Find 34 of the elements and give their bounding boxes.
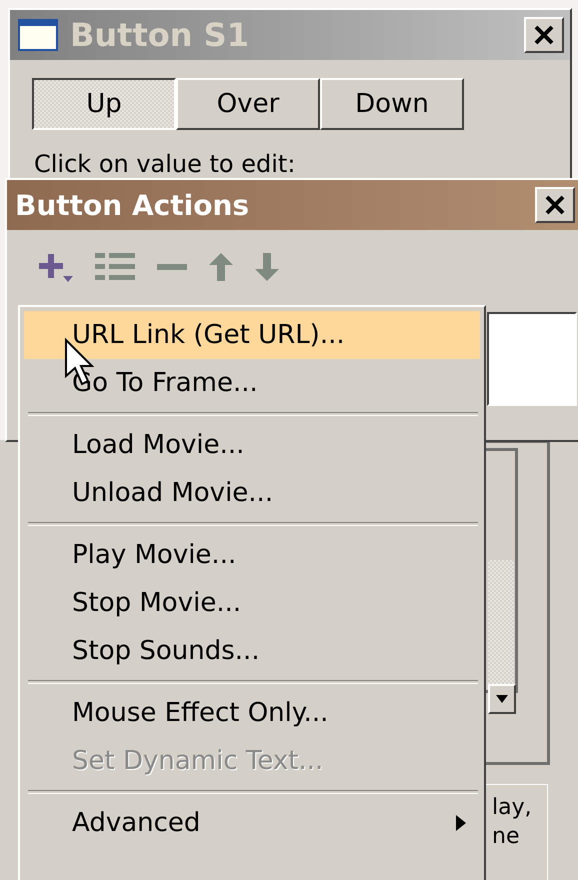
list-icon — [95, 253, 135, 281]
move-up-button[interactable] — [209, 253, 233, 281]
state-tab[interactable]: Over — [176, 78, 320, 130]
plus-icon — [37, 252, 73, 282]
state-tab[interactable]: Down — [320, 78, 464, 130]
window-icon — [18, 19, 58, 51]
window-title: Button Actions — [15, 188, 250, 222]
up-arrow-icon — [209, 253, 233, 281]
minus-icon — [157, 264, 187, 270]
actions-list[interactable] — [487, 312, 577, 406]
hint-text: Click on value to edit: — [33, 149, 296, 178]
text-fragment: lay, — [492, 795, 533, 820]
close-icon — [533, 25, 555, 45]
list-button[interactable] — [95, 253, 135, 281]
menu-item[interactable]: Play Movie... — [24, 531, 480, 579]
close-button[interactable] — [524, 17, 564, 53]
menu-item[interactable]: Stop Movie... — [24, 579, 480, 627]
menu-item[interactable]: URL Link (Get URL)... — [24, 311, 480, 359]
close-button[interactable] — [535, 187, 575, 223]
caret-icon — [496, 695, 508, 703]
menu-item[interactable]: Unload Movie... — [24, 469, 480, 517]
menu-item[interactable]: Stop Sounds... — [24, 627, 480, 675]
menu-item[interactable]: Advanced — [24, 799, 480, 847]
menu-item[interactable]: Mouse Effect Only... — [24, 689, 480, 737]
move-down-button[interactable] — [255, 253, 279, 281]
down-arrow-icon — [255, 253, 279, 281]
dropdown-button[interactable] — [488, 684, 516, 714]
close-icon — [544, 195, 566, 215]
add-button[interactable] — [37, 252, 73, 282]
window-title: Button S1 — [70, 16, 250, 54]
state-tab[interactable]: Up — [32, 78, 176, 130]
text-fragment: ne — [492, 824, 520, 849]
menu-item[interactable]: Load Movie... — [24, 421, 480, 469]
submenu-arrow-icon — [456, 815, 466, 831]
